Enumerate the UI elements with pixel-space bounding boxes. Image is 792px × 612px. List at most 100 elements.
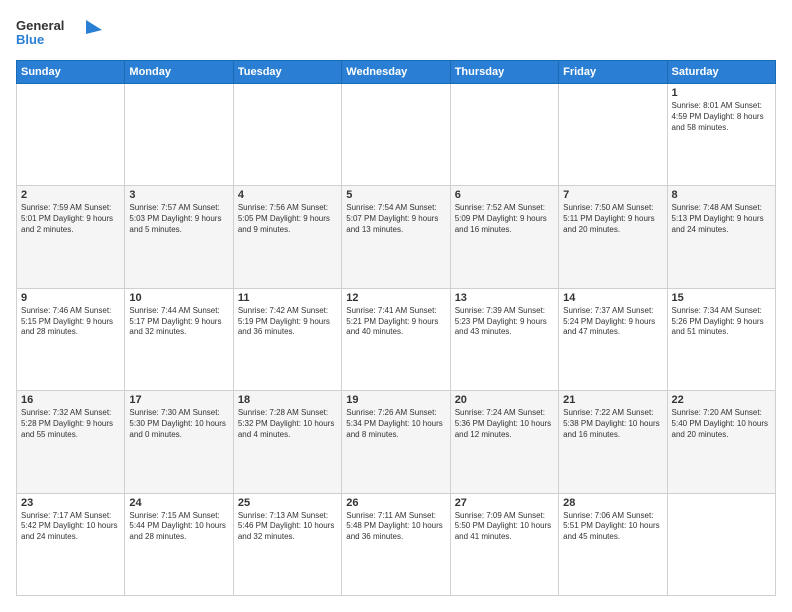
day-info: Sunrise: 7:52 AM Sunset: 5:09 PM Dayligh… — [455, 203, 554, 235]
day-info: Sunrise: 7:24 AM Sunset: 5:36 PM Dayligh… — [455, 408, 554, 440]
day-number: 1 — [672, 87, 771, 99]
day-info: Sunrise: 7:06 AM Sunset: 5:51 PM Dayligh… — [563, 511, 662, 543]
calendar-cell — [667, 493, 775, 595]
day-number: 3 — [129, 189, 228, 201]
calendar-cell: 11 Sunrise: 7:42 AM Sunset: 5:19 PM Dayli… — [233, 288, 341, 390]
day-info: Sunrise: 7:57 AM Sunset: 5:03 PM Dayligh… — [129, 203, 228, 235]
day-number: 24 — [129, 497, 228, 509]
calendar-cell: 23 Sunrise: 7:17 AM Sunset: 5:42 PM Dayli… — [17, 493, 125, 595]
day-number: 14 — [563, 292, 662, 304]
day-number: 7 — [563, 189, 662, 201]
logo-svg: GeneralBlue — [16, 16, 106, 52]
calendar-header-monday: Monday — [125, 61, 233, 84]
day-info: Sunrise: 8:01 AM Sunset: 4:59 PM Dayligh… — [672, 101, 771, 133]
calendar-cell — [125, 84, 233, 186]
day-number: 11 — [238, 292, 337, 304]
calendar-week-row: 23 Sunrise: 7:17 AM Sunset: 5:42 PM Dayli… — [17, 493, 776, 595]
calendar-header-sunday: Sunday — [17, 61, 125, 84]
calendar-header-tuesday: Tuesday — [233, 61, 341, 84]
calendar-cell: 20 Sunrise: 7:24 AM Sunset: 5:36 PM Dayli… — [450, 391, 558, 493]
calendar-week-row: 1 Sunrise: 8:01 AM Sunset: 4:59 PM Daylig… — [17, 84, 776, 186]
day-number: 28 — [563, 497, 662, 509]
calendar-cell — [233, 84, 341, 186]
day-info: Sunrise: 7:28 AM Sunset: 5:32 PM Dayligh… — [238, 408, 337, 440]
day-number: 20 — [455, 394, 554, 406]
page: GeneralBlue SundayMondayTuesdayWednesday… — [0, 0, 792, 612]
calendar-cell: 26Sunrise: 7:11 AM Sunset: 5:48 PM Dayli… — [342, 493, 450, 595]
day-number: 16 — [21, 394, 120, 406]
calendar-table: SundayMondayTuesdayWednesdayThursdayFrid… — [16, 60, 776, 596]
day-info: Sunrise: 7:56 AM Sunset: 5:05 PM Dayligh… — [238, 203, 337, 235]
day-number: 15 — [672, 292, 771, 304]
day-info: Sunrise: 7:48 AM Sunset: 5:13 PM Dayligh… — [672, 203, 771, 235]
calendar-cell: 8 Sunrise: 7:48 AM Sunset: 5:13 PM Daylig… — [667, 186, 775, 288]
calendar-cell: 28 Sunrise: 7:06 AM Sunset: 5:51 PM Dayli… — [559, 493, 667, 595]
calendar-cell: 14 Sunrise: 7:37 AM Sunset: 5:24 PM Dayli… — [559, 288, 667, 390]
day-number: 17 — [129, 394, 228, 406]
calendar-cell: 6 Sunrise: 7:52 AM Sunset: 5:09 PM Daylig… — [450, 186, 558, 288]
calendar-header-wednesday: Wednesday — [342, 61, 450, 84]
day-number: 10 — [129, 292, 228, 304]
calendar-cell: 16 Sunrise: 7:32 AM Sunset: 5:28 PM Dayli… — [17, 391, 125, 493]
day-info: Sunrise: 7:54 AM Sunset: 5:07 PM Dayligh… — [346, 203, 445, 235]
day-number: 27 — [455, 497, 554, 509]
day-info: Sunrise: 7:59 AM Sunset: 5:01 PM Dayligh… — [21, 203, 120, 235]
day-info: Sunrise: 7:34 AM Sunset: 5:26 PM Dayligh… — [672, 306, 771, 338]
logo: GeneralBlue — [16, 16, 106, 52]
calendar-cell: 17 Sunrise: 7:30 AM Sunset: 5:30 PM Dayli… — [125, 391, 233, 493]
calendar-week-row: 2Sunrise: 7:59 AM Sunset: 5:01 PM Daylig… — [17, 186, 776, 288]
calendar-cell: 21 Sunrise: 7:22 AM Sunset: 5:38 PM Dayli… — [559, 391, 667, 493]
day-number: 9 — [21, 292, 120, 304]
day-info: Sunrise: 7:20 AM Sunset: 5:40 PM Dayligh… — [672, 408, 771, 440]
calendar-header-friday: Friday — [559, 61, 667, 84]
calendar-cell: 4 Sunrise: 7:56 AM Sunset: 5:05 PM Daylig… — [233, 186, 341, 288]
calendar-header-saturday: Saturday — [667, 61, 775, 84]
day-info: Sunrise: 7:15 AM Sunset: 5:44 PM Dayligh… — [129, 511, 228, 543]
day-info: Sunrise: 7:22 AM Sunset: 5:38 PM Dayligh… — [563, 408, 662, 440]
day-info: Sunrise: 7:30 AM Sunset: 5:30 PM Dayligh… — [129, 408, 228, 440]
day-number: 18 — [238, 394, 337, 406]
calendar-cell: 15 Sunrise: 7:34 AM Sunset: 5:26 PM Dayli… — [667, 288, 775, 390]
day-number: 23 — [21, 497, 120, 509]
day-info: Sunrise: 7:44 AM Sunset: 5:17 PM Dayligh… — [129, 306, 228, 338]
day-info: Sunrise: 7:26 AM Sunset: 5:34 PM Dayligh… — [346, 408, 445, 440]
day-info: Sunrise: 7:46 AM Sunset: 5:15 PM Dayligh… — [21, 306, 120, 338]
calendar-cell: 22 Sunrise: 7:20 AM Sunset: 5:40 PM Dayli… — [667, 391, 775, 493]
day-info: Sunrise: 7:37 AM Sunset: 5:24 PM Dayligh… — [563, 306, 662, 338]
calendar-cell — [559, 84, 667, 186]
calendar-cell: 12 Sunrise: 7:41 AM Sunset: 5:21 PM Dayli… — [342, 288, 450, 390]
day-info: Sunrise: 7:32 AM Sunset: 5:28 PM Dayligh… — [21, 408, 120, 440]
day-number: 4 — [238, 189, 337, 201]
day-number: 8 — [672, 189, 771, 201]
calendar-cell: 5 Sunrise: 7:54 AM Sunset: 5:07 PM Daylig… — [342, 186, 450, 288]
day-number: 5 — [346, 189, 445, 201]
calendar-header-thursday: Thursday — [450, 61, 558, 84]
calendar-cell: 18 Sunrise: 7:28 AM Sunset: 5:32 PM Dayli… — [233, 391, 341, 493]
day-number: 19 — [346, 394, 445, 406]
calendar-cell: 13 Sunrise: 7:39 AM Sunset: 5:23 PM Dayli… — [450, 288, 558, 390]
day-info: Sunrise: 7:39 AM Sunset: 5:23 PM Dayligh… — [455, 306, 554, 338]
day-number: 6 — [455, 189, 554, 201]
calendar-cell: 24 Sunrise: 7:15 AM Sunset: 5:44 PM Dayli… — [125, 493, 233, 595]
calendar-cell: 27 Sunrise: 7:09 AM Sunset: 5:50 PM Dayli… — [450, 493, 558, 595]
calendar-cell — [450, 84, 558, 186]
calendar-cell: 10 Sunrise: 7:44 AM Sunset: 5:17 PM Dayli… — [125, 288, 233, 390]
calendar-cell: 2Sunrise: 7:59 AM Sunset: 5:01 PM Daylig… — [17, 186, 125, 288]
day-number: 25 — [238, 497, 337, 509]
calendar-header-row: SundayMondayTuesdayWednesdayThursdayFrid… — [17, 61, 776, 84]
calendar-cell: 1 Sunrise: 8:01 AM Sunset: 4:59 PM Daylig… — [667, 84, 775, 186]
day-number: 12 — [346, 292, 445, 304]
day-info: Sunrise: 7:09 AM Sunset: 5:50 PM Dayligh… — [455, 511, 554, 543]
day-number: 26 — [346, 497, 445, 509]
header: GeneralBlue — [16, 16, 776, 52]
day-number: 22 — [672, 394, 771, 406]
day-number: 21 — [563, 394, 662, 406]
day-info: Sunrise: 7:41 AM Sunset: 5:21 PM Dayligh… — [346, 306, 445, 338]
calendar-cell: 19 Sunrise: 7:26 AM Sunset: 5:34 PM Dayli… — [342, 391, 450, 493]
day-number: 13 — [455, 292, 554, 304]
calendar-cell — [17, 84, 125, 186]
calendar-cell: 25Sunrise: 7:13 AM Sunset: 5:46 PM Dayli… — [233, 493, 341, 595]
day-info: Sunrise: 7:42 AM Sunset: 5:19 PM Dayligh… — [238, 306, 337, 338]
calendar-week-row: 16 Sunrise: 7:32 AM Sunset: 5:28 PM Dayli… — [17, 391, 776, 493]
day-info: Sunrise: 7:17 AM Sunset: 5:42 PM Dayligh… — [21, 511, 120, 543]
